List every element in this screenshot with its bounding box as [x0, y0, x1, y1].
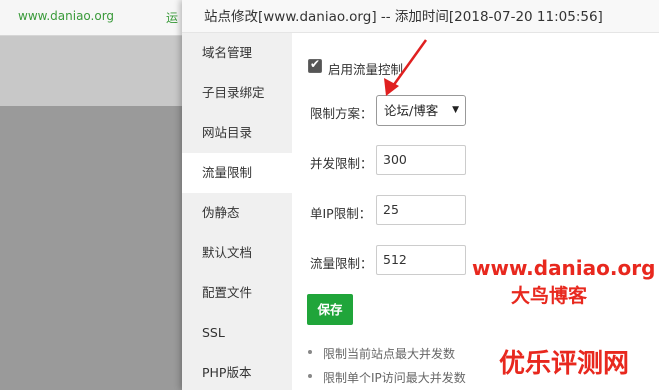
scheme-select[interactable]: 论坛/博客 ▼ — [376, 95, 466, 126]
sidebar-item-label: 网站目录 — [202, 125, 253, 140]
concurrency-input[interactable]: 300 — [376, 145, 466, 175]
sidebar-item-site-dir[interactable]: 网站目录 — [182, 113, 292, 153]
sidebar-item-ssl[interactable]: SSL — [182, 313, 292, 353]
scheme-label: 限制方案： — [310, 106, 373, 121]
traffic-label: 流量限制： — [310, 256, 373, 271]
sidebar-item-subdir[interactable]: 子目录绑定 — [182, 73, 292, 113]
caret-down-icon: ▼ — [452, 105, 459, 115]
modal-header: 站点修改[www.daniao.org] -- 添加时间[2018-07-20 … — [182, 0, 659, 33]
sidebar-item-label: 子目录绑定 — [202, 85, 265, 100]
background-site-url[interactable]: www.daniao.org — [18, 9, 114, 23]
sidebar-item-label: 流量限制 — [202, 165, 253, 180]
sidebar-item-label: 域名管理 — [202, 45, 253, 60]
tip-text: 限制单个IP访问最大并发数 — [323, 371, 466, 385]
site-edit-modal: 站点修改[www.daniao.org] -- 添加时间[2018-07-20 … — [182, 0, 659, 390]
sidebar-item-label: 默认文档 — [202, 245, 253, 260]
traffic-input[interactable]: 512 — [376, 245, 466, 275]
checkmark-icon: ✔ — [310, 57, 321, 71]
concurrency-label: 并发限制： — [310, 156, 373, 171]
sidebar-item-label: 伪静态 — [202, 205, 240, 220]
enable-traffic-label: 启用流量控制 — [328, 62, 404, 77]
scheme-select-value: 论坛/博客 — [384, 103, 439, 118]
save-button[interactable]: 保存 — [307, 294, 353, 325]
sidebar-item-config-file[interactable]: 配置文件 — [182, 273, 292, 313]
watermark-review-name: 优乐评测网 — [499, 349, 630, 379]
sidebar-item-rewrite[interactable]: 伪静态 — [182, 193, 292, 233]
per-ip-input[interactable]: 25 — [376, 195, 466, 225]
modal-sidebar: 域名管理 子目录绑定 网站目录 流量限制 伪静态 默认文档 配置文件 SSL P… — [182, 33, 292, 390]
sidebar-item-label: PHP版本 — [202, 365, 252, 380]
bullet-icon — [308, 374, 312, 378]
watermark-blog-name: 大鸟博客 — [511, 285, 588, 307]
sidebar-item-label: SSL — [202, 325, 225, 340]
bullet-icon — [308, 350, 312, 354]
traffic-limit-panel: ✔ 启用流量控制 限制方案： 论坛/博客 ▼ 并发限制： 300 单IP限制： … — [292, 33, 659, 390]
sidebar-item-domain[interactable]: 域名管理 — [182, 33, 292, 73]
per-ip-label: 单IP限制： — [310, 206, 372, 221]
sidebar-item-traffic-limit[interactable]: 流量限制 — [182, 153, 292, 193]
background-partial-label: 运 — [166, 11, 179, 25]
modal-title: 站点修改[www.daniao.org] -- 添加时间[2018-07-20 … — [204, 9, 603, 25]
watermark-site: www.daniao.org — [472, 256, 656, 280]
sidebar-item-php-version[interactable]: PHP版本 — [182, 353, 292, 390]
sidebar-item-default-doc[interactable]: 默认文档 — [182, 233, 292, 273]
enable-traffic-checkbox[interactable]: ✔ — [308, 57, 322, 73]
sidebar-item-label: 配置文件 — [202, 285, 253, 300]
tip-text: 限制当前站点最大并发数 — [323, 347, 456, 361]
